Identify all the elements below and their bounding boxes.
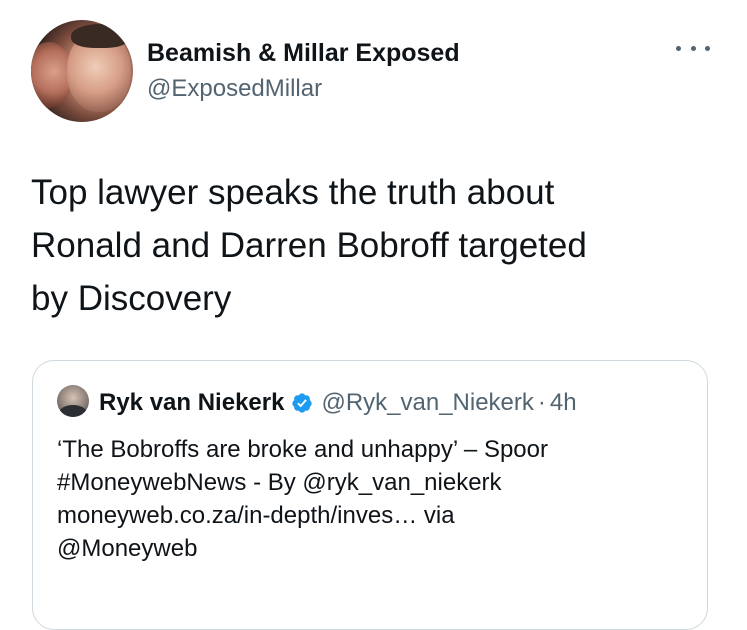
quoted-tweet-header: Ryk van Niekerk @Ryk_van_Niekerk · 4h [99,387,577,419]
quoted-text-line: #MoneywebNews - By @ryk_van_niekerk [57,469,502,496]
quoted-tweet-time[interactable]: 4h [550,389,577,417]
author-avatar[interactable] [31,20,133,122]
more-dot [690,45,696,51]
quoted-author-handle[interactable]: @Ryk_van_Niekerk [321,389,533,417]
more-dot [705,45,710,51]
separator-dot: · [537,389,546,416]
tweet-text: Top lawyer speaks the truth about Ronald… [31,166,721,325]
tweet-text-line: by Discovery [31,279,232,318]
verified-badge-icon [292,393,313,413]
tweet-card[interactable]: Beamish & Millar Exposed @ExposedMillar … [0,0,747,630]
quoted-author-name[interactable]: Ryk van Niekerk [99,389,284,417]
quoted-author-avatar[interactable] [57,385,89,417]
quoted-tweet[interactable]: Ryk van Niekerk @Ryk_van_Niekerk · 4h ‘T… [32,360,708,630]
more-horizontal-icon[interactable] [676,38,710,58]
tweet-text-line: Ronald and Darren Bobroff targeted [31,226,587,265]
quoted-avatar-shirt [59,405,87,417]
author-name[interactable]: Beamish & Millar Exposed [147,38,460,68]
more-dot [676,45,681,51]
quoted-tweet-text: ‘The Bobroffs are broke and unhappy’ – S… [57,433,687,565]
quoted-text-line: moneyweb.co.za/in-depth/inves… via [57,502,455,529]
avatar-hair [71,24,129,48]
tweet-text-line: Top lawyer speaks the truth about [31,173,555,212]
author-handle[interactable]: @ExposedMillar [147,74,322,104]
quoted-text-line: @Moneyweb [57,535,198,562]
quoted-text-line: ‘The Bobroffs are broke and unhappy’ – S… [57,436,548,463]
